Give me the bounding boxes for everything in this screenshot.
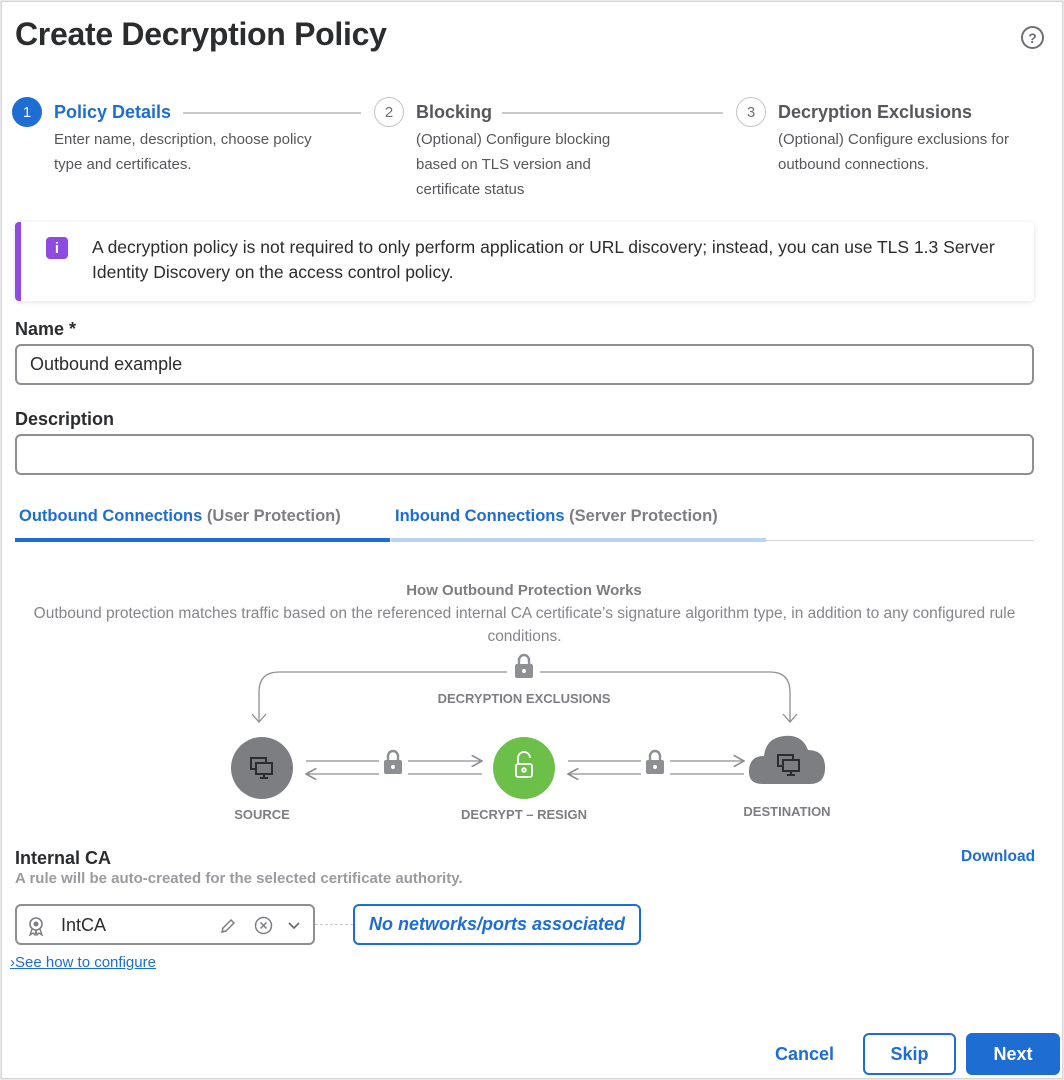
clear-icon[interactable] — [254, 916, 273, 940]
dialog-title: Create Decryption Policy — [15, 16, 387, 52]
lock-icon — [646, 749, 664, 774]
tab-title: Outbound Connections — [19, 507, 203, 525]
chevron-down-icon[interactable] — [286, 918, 302, 939]
info-banner: i A decryption policy is not required to… — [15, 222, 1034, 301]
next-button[interactable]: Next — [966, 1033, 1060, 1075]
destination-label: DESTINATION — [743, 804, 831, 819]
tab-outbound-connections[interactable]: Outbound Connections (User Protection) — [19, 507, 341, 526]
step-description: Enter name, description, choose policy t… — [54, 131, 312, 173]
tab-subtitle: (Server Protection) — [569, 507, 718, 525]
tab-title: Inbound Connections — [395, 507, 565, 525]
no-networks-ports-button[interactable]: No networks/ports associated — [353, 904, 641, 945]
create-decryption-policy-dialog: Create Decryption Policy ? 1 Policy Deta… — [1, 1, 1063, 1079]
dashed-connector — [315, 924, 353, 925]
see-how-label: See how to configure — [15, 954, 156, 971]
outbound-protection-diagram: DECRYPTION EXCLUSIONS SOURCE DECRYPT – R… — [2, 652, 1064, 832]
step-name: Policy Details — [54, 102, 172, 122]
how-it-works-title: How Outbound Protection Works — [406, 582, 642, 599]
question-circle-icon[interactable]: ? — [1021, 26, 1044, 49]
source-label: SOURCE — [234, 807, 290, 822]
tab-hover-indicator — [391, 538, 766, 542]
step-connector — [183, 112, 361, 114]
description-label: Description — [15, 409, 115, 429]
step-connector — [502, 112, 723, 114]
download-link[interactable]: Download — [961, 848, 1035, 866]
decrypt-node — [493, 737, 555, 799]
internal-ca-select[interactable]: IntCA — [15, 904, 315, 945]
step-name: Blocking — [416, 102, 493, 122]
banner-text: A decryption policy is not required to o… — [92, 237, 995, 282]
tab-subtitle: (User Protection) — [206, 507, 341, 525]
tab-inbound-connections[interactable]: Inbound Connections (Server Protection) — [395, 507, 718, 526]
step-description: (Optional) Configure exclusions for outb… — [778, 131, 1009, 173]
diagram-svg — [231, 653, 826, 799]
info-icon: i — [46, 237, 68, 259]
step-number: 1 — [12, 97, 42, 127]
name-input[interactable] — [15, 344, 1034, 385]
tab-active-indicator — [15, 538, 390, 542]
see-how-to-configure-link[interactable]: ›See how to configure — [10, 954, 156, 971]
how-it-works-description: Outbound protection matches traffic base… — [33, 605, 1016, 645]
decryption-exclusions-label: DECRYPTION EXCLUSIONS — [437, 691, 611, 706]
info-glyph: i — [54, 239, 60, 257]
decrypt-resign-label: DECRYPT – RESIGN — [461, 807, 587, 822]
lock-icon — [515, 653, 533, 678]
name-label: Name * — [15, 319, 77, 339]
source-node — [231, 737, 293, 799]
step-number: 3 — [736, 97, 766, 127]
lock-icon — [384, 749, 402, 774]
internal-ca-help: A rule will be auto-created for the sele… — [15, 870, 463, 887]
description-input[interactable] — [15, 434, 1034, 475]
cloud-icon — [748, 735, 826, 784]
certificate-icon — [27, 916, 45, 941]
internal-ca-value: IntCA — [61, 915, 107, 935]
step-description: (Optional) Configure blocking based on T… — [416, 131, 611, 198]
internal-ca-label: Internal CA — [15, 848, 112, 868]
skip-button[interactable]: Skip — [863, 1033, 956, 1075]
step-name: Decryption Exclusions — [778, 102, 973, 122]
step-number: 2 — [374, 97, 404, 127]
pencil-icon[interactable] — [219, 917, 237, 940]
cancel-button[interactable]: Cancel — [775, 1044, 834, 1065]
help-glyph: ? — [1028, 29, 1037, 46]
